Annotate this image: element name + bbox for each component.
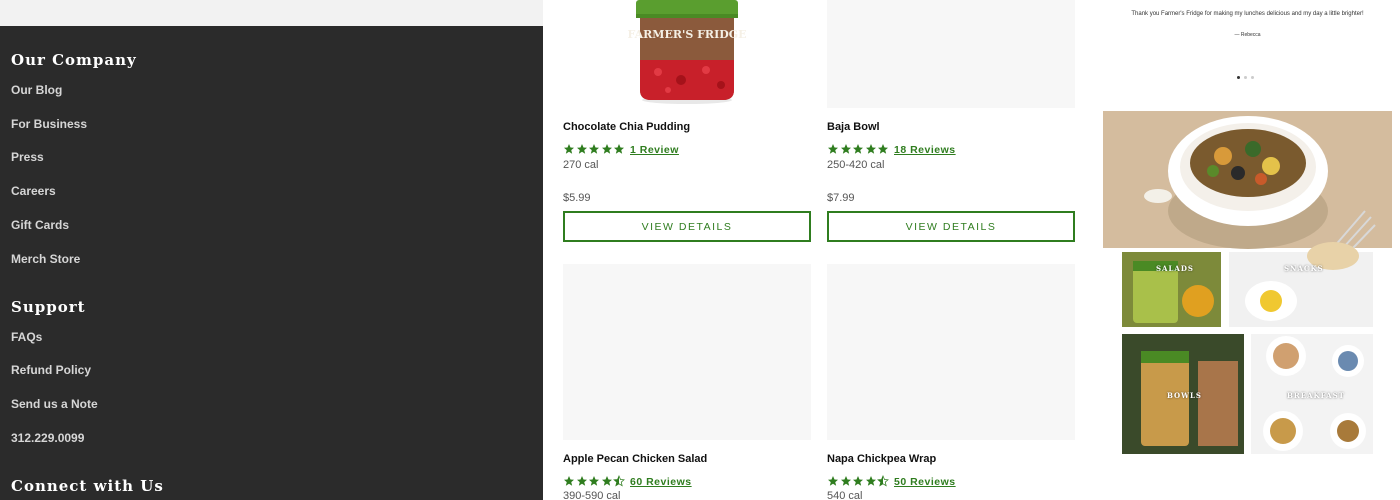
top-strip <box>0 0 543 26</box>
price: $7.99 <box>827 192 855 204</box>
star-icon <box>564 144 574 154</box>
star-icon <box>576 476 587 486</box>
product-name[interactable]: Napa Chickpea Wrap <box>827 453 936 465</box>
product-name[interactable]: Chocolate Chia Pudding <box>563 121 690 133</box>
reviews-link[interactable]: 18 Reviews <box>894 144 956 156</box>
product-name[interactable]: Apple Pecan Chicken Salad <box>563 453 707 465</box>
testimonial-carousel: Thank you Farmer's Fridge for making my … <box>1103 0 1392 110</box>
half-star-icon <box>613 475 625 487</box>
connect-heading: Connect with Us <box>11 477 164 495</box>
footer-link-press[interactable]: Press <box>11 150 44 164</box>
category-label-bowls[interactable]: BOWLS <box>1167 391 1202 400</box>
star-icon <box>601 476 612 486</box>
site-footer: Our Company Our Blog For Business Press … <box>0 26 543 500</box>
footer-link-phone[interactable]: 312.229.0099 <box>11 431 84 445</box>
reviews-link[interactable]: 50 Reviews <box>894 476 956 488</box>
category-label-snacks[interactable]: SNACKS <box>1284 264 1324 273</box>
footer-link-merch[interactable]: Merch Store <box>11 252 80 266</box>
product-image-napa-wrap[interactable] <box>827 264 1075 440</box>
star-icon <box>589 144 599 154</box>
footer-link-blog[interactable]: Our Blog <box>11 83 62 97</box>
half-star-icon <box>877 475 889 487</box>
star-icon <box>614 144 624 154</box>
star-icon <box>878 144 888 154</box>
testimonial-author: — Rebecca <box>1234 32 1261 38</box>
company-heading: Our Company <box>11 51 137 69</box>
carousel-dots <box>1237 76 1254 79</box>
category-label-breakfast[interactable]: BREAKFAST <box>1287 391 1345 400</box>
carousel-dot[interactable] <box>1244 76 1247 79</box>
view-details-button[interactable]: View Details <box>563 211 811 242</box>
footer-link-careers[interactable]: Careers <box>11 184 56 198</box>
calories: 270 cal <box>563 159 599 171</box>
footer-link-refund[interactable]: Refund Policy <box>11 363 91 377</box>
star-icon <box>853 144 863 154</box>
carousel-dot[interactable] <box>1251 76 1254 79</box>
rating-stars <box>827 475 890 489</box>
footer-link-faqs[interactable]: FAQs <box>11 330 42 344</box>
reviews-link[interactable]: 60 Reviews <box>630 476 692 488</box>
star-icon <box>576 144 587 154</box>
calories: 390-590 cal <box>563 490 621 500</box>
rating-stars <box>827 143 890 157</box>
category-promo-graphic <box>1103 111 1392 454</box>
star-icon <box>601 144 612 154</box>
calories: 250-420 cal <box>827 159 885 171</box>
calories: 540 cal <box>827 490 863 500</box>
star-icon <box>865 144 876 154</box>
star-icon <box>828 144 838 154</box>
footer-link-business[interactable]: For Business <box>11 117 87 131</box>
star-icon <box>589 476 599 486</box>
star-icon <box>865 476 876 486</box>
chia-pudding-jar-image: FARMER'S FRIDGE <box>627 0 747 104</box>
star-icon <box>564 476 574 486</box>
product-name[interactable]: Baja Bowl <box>827 121 880 133</box>
view-details-button[interactable]: View Details <box>827 211 1075 242</box>
footer-link-gift-cards[interactable]: Gift Cards <box>11 218 69 232</box>
rating-stars <box>563 475 626 489</box>
support-heading: Support <box>11 298 86 316</box>
product-image-baja-bowl[interactable] <box>827 0 1075 108</box>
price: $5.99 <box>563 192 591 204</box>
testimonial-quote: Thank you Farmer's Fridge for making my … <box>1131 11 1364 17</box>
product-image-apple-pecan-salad[interactable] <box>563 264 811 440</box>
star-icon <box>840 476 851 486</box>
product-image-chia-pudding[interactable]: FARMER'S FRIDGE <box>563 0 811 108</box>
rating-stars <box>563 143 626 157</box>
jar-label-text: FARMER'S FRIDGE <box>627 28 746 41</box>
star-icon <box>840 144 851 154</box>
footer-link-note[interactable]: Send us a Note <box>11 397 98 411</box>
category-label-salads[interactable]: SALADS <box>1156 264 1194 273</box>
star-icon <box>853 476 863 486</box>
star-icon <box>828 476 838 486</box>
reviews-link[interactable]: 1 Review <box>630 144 679 156</box>
carousel-dot[interactable] <box>1237 76 1240 79</box>
